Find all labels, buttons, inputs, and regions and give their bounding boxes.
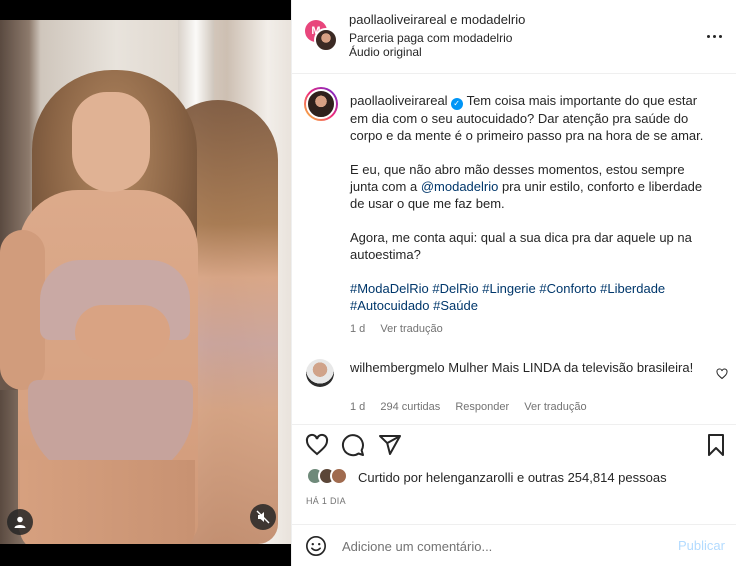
hashtag-link[interactable]: #Saúde [433,298,478,313]
caption-translate-link[interactable]: Ver tradução [380,323,442,335]
add-comment-bar: Publicar [292,524,736,566]
comment-likes[interactable]: 294 curtidas [380,401,440,413]
person-face [72,92,150,192]
post-comment-button[interactable]: Publicar [678,538,725,553]
bookmark-icon[interactable] [704,433,728,457]
post-video[interactable] [0,20,291,544]
comment-reply-link[interactable]: Responder [455,401,509,413]
author-avatar[interactable] [314,28,338,52]
hashtag-link[interactable]: #Conforto [539,281,596,296]
caption-username[interactable]: paollaoliveirareal [350,93,448,108]
hashtag-link[interactable]: #Lingerie [482,281,536,296]
audio-label[interactable]: Áudio original [349,45,422,59]
liked-by-avatars[interactable] [306,467,356,487]
liked-by-text[interactable]: Curtido por helenganzarolli e outras 254… [358,470,667,485]
heart-icon[interactable] [305,433,329,457]
speaker-muted-icon [256,510,270,524]
comment: wilhembergmelo Mulher Mais LINDA da tele… [350,359,705,377]
comment-age: 1 d [350,401,366,413]
caption-meta: 1 d Ver tradução [350,323,455,335]
commenter-avatar[interactable] [306,359,334,387]
caption-age: 1 d [350,323,366,335]
tagged-users-button[interactable] [7,509,33,535]
caption-paragraph-3: Agora, me conta aqui: qual a sua dica pr… [350,230,692,262]
liker-avatar [330,467,348,485]
caption-author-avatar[interactable] [304,87,338,121]
post-header: M paollaoliveirareal e modadelrio Parcer… [292,0,736,74]
collab-avatars[interactable]: M [305,20,339,54]
hashtag-link[interactable]: #Autocuidado [350,298,430,313]
emoji-icon[interactable] [305,535,327,557]
comment-meta: 1 d 294 curtidas Responder Ver tradução [350,401,599,413]
mention-link[interactable]: @modadelrio [421,179,499,194]
more-dot [718,34,722,38]
hashtag-link[interactable]: #Liberdade [600,281,665,296]
comment-translate-link[interactable]: Ver tradução [524,401,586,413]
more-horizontal-icon [706,34,710,38]
post-time-ago[interactable]: HÁ 1 DIA [306,496,346,506]
comments-scroll-area[interactable]: paollaoliveirareal ✓ Tem coisa mais import… [292,74,736,424]
avatar-image [306,89,336,119]
comment-icon[interactable] [341,433,365,457]
hashtag-link[interactable]: #ModaDelRio [350,281,429,296]
person-arm [0,230,45,390]
comment-like-heart-icon[interactable] [716,368,728,380]
comment-input[interactable] [342,536,662,556]
share-send-icon[interactable] [378,433,402,457]
hashtag-link[interactable]: #DelRio [432,281,478,296]
post-actions: Curtido por helenganzarolli e outras 254… [292,424,736,524]
person-legs [20,460,195,544]
collab-accounts[interactable]: paollaoliveirareal e modadelrio [349,12,525,27]
verified-badge-icon: ✓ [450,98,463,110]
hashtag-list: #ModaDelRio #DelRio #Lingerie #Conforto … [350,280,715,314]
post-side-panel: M paollaoliveirareal e modadelrio Parcer… [291,0,736,566]
caption: paollaoliveirareal ✓ Tem coisa mais import… [350,92,715,314]
paid-partnership-label[interactable]: Parceria paga com modadelrio [349,31,512,45]
mute-button[interactable] [250,504,276,530]
more-options-button[interactable] [702,24,726,48]
user-icon [14,516,26,528]
more-dot [712,34,716,38]
comment-body: Mulher Mais LINDA da televisão brasileir… [448,360,694,375]
person-hands [75,305,170,360]
comment-username[interactable]: wilhembergmelo [350,360,445,375]
post-media[interactable] [0,0,291,566]
